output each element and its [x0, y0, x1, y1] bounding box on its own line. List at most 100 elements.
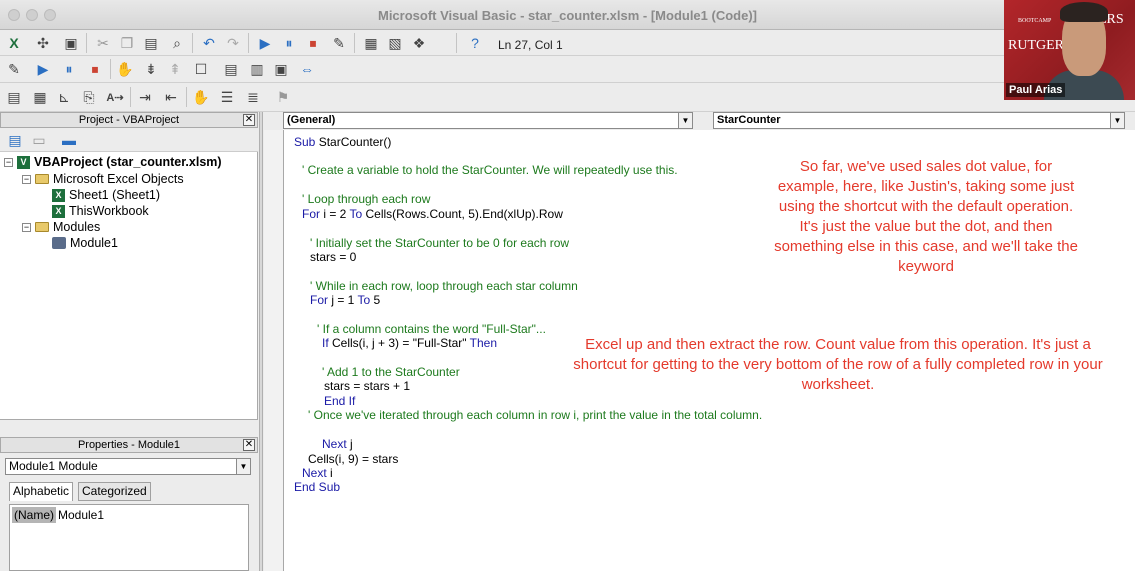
code-line[interactable]: For j = 1 To 5 [310, 293, 380, 307]
close-properties-panel-button[interactable]: ✕ [243, 439, 255, 451]
collapse-icon[interactable]: − [4, 157, 13, 167]
locals-window-icon[interactable]: ▤ [220, 58, 242, 80]
tab-alphabetic[interactable]: Alphabetic [9, 482, 74, 501]
tree-item-excel-objects[interactable]: − Microsoft Excel Objects [22, 172, 184, 186]
vba-editor-window: Microsoft Visual Basic - star_counter.xl… [0, 0, 1135, 571]
tab-categorized[interactable]: Categorized [78, 482, 151, 501]
find-icon[interactable]: ⌕ [166, 32, 188, 54]
tree-item-modules[interactable]: − Modules [22, 220, 100, 234]
brand-small: BOOTCAMP [1018, 18, 1052, 24]
toggle-breakpoint-icon[interactable]: ✋ [114, 58, 136, 80]
undo-icon[interactable]: ↶ [198, 32, 220, 54]
watch-window-icon[interactable]: ▣ [270, 58, 292, 80]
redo-icon[interactable]: ↷ [222, 32, 244, 54]
toggle-breakpoint-icon[interactable]: ✋ [190, 86, 212, 108]
code-line[interactable]: Next j [322, 437, 353, 451]
list-constants-icon[interactable]: ▦ [29, 86, 51, 108]
folder-icon [35, 174, 49, 184]
code-line[interactable]: ' Loop through each row [302, 192, 430, 206]
cut-icon[interactable]: ✂ [92, 32, 114, 54]
property-name-value[interactable]: Module1 [58, 507, 104, 523]
properties-panel-header: Properties - Module1 ✕ [0, 437, 258, 453]
code-line[interactable]: ' Once we've iterated through each colum… [308, 408, 762, 422]
design-mode-icon[interactable]: ✎ [328, 32, 350, 54]
tree-item-thisworkbook[interactable]: X ThisWorkbook [52, 204, 149, 218]
procedure-combo[interactable]: StarCounter ▼ [713, 112, 1125, 129]
collapse-icon[interactable]: − [22, 222, 31, 232]
code-line[interactable]: End If [324, 394, 355, 408]
outdent-icon[interactable]: ⇤ [160, 86, 182, 108]
code-line[interactable]: ' Add 1 to the StarCounter [322, 365, 460, 379]
properties-object-select[interactable]: Module1 Module ▼ [5, 458, 251, 475]
comment-block-icon[interactable]: ☰ [216, 86, 238, 108]
webcam-video: RUTGERS BOOTCAMP ERS Paul Arias [1004, 0, 1135, 100]
properties-grid: (Name) Module1 [9, 504, 249, 571]
code-line[interactable]: stars = 0 [310, 250, 356, 264]
copy-icon[interactable]: ❐ [116, 32, 138, 54]
code-line[interactable]: stars = stars + 1 [324, 379, 410, 393]
project-panel-toolbar: ▤ ▭ ▬ [0, 128, 258, 152]
reset-icon[interactable]: ⏹ [302, 32, 324, 54]
code-line[interactable]: ' While in each row, loop through each s… [310, 279, 578, 293]
tree-item-vbaproject[interactable]: − V VBAProject (star_counter.xlsm) [4, 155, 222, 169]
view-object-icon[interactable]: ▭ [28, 129, 50, 151]
properties-panel-title: Properties - Module1 [77, 439, 181, 451]
participant-name: Paul Arias [1006, 83, 1066, 97]
break-icon[interactable]: ⏸ [278, 32, 300, 54]
code-line[interactable]: Sub StarCounter() [294, 135, 391, 149]
code-line[interactable]: End Sub [294, 480, 340, 494]
view-code-icon[interactable]: ▤ [4, 129, 26, 151]
property-name-key[interactable]: (Name) [12, 507, 56, 523]
code-line[interactable]: ' Create a variable to hold the StarCoun… [302, 163, 678, 177]
close-project-panel-button[interactable]: ✕ [243, 114, 255, 126]
immediate-window-icon[interactable]: ▥ [246, 58, 268, 80]
run-icon[interactable]: ▶ [32, 58, 54, 80]
run-icon[interactable]: ▶ [254, 32, 276, 54]
person-hair [1060, 2, 1108, 22]
properties-window-icon[interactable]: ▧ [384, 32, 406, 54]
uncomment-block-icon[interactable]: ≣ [242, 86, 264, 108]
code-line[interactable]: Next i [302, 466, 333, 480]
toggle-folders-icon[interactable]: ▬ [58, 129, 80, 151]
debug-toolbar: ✎ ▶ ⏸ ⏹ ✋ ⇟ ⇞ ☐ ▤ ▥ ▣ ⇔ [0, 56, 1135, 83]
help-icon[interactable]: ? [464, 32, 486, 54]
list-properties-icon[interactable]: ▤ [3, 86, 25, 108]
quick-info-icon[interactable]: ⊾ [53, 86, 75, 108]
project-explorer-icon[interactable]: ▦ [360, 32, 382, 54]
parameter-info-icon[interactable]: ⎘ [78, 86, 100, 108]
workbook-icon: X [52, 204, 65, 218]
code-line[interactable]: ' Initially set the StarCounter to be 0 … [310, 236, 569, 250]
toggle-bookmark-icon[interactable]: ⚑ [272, 86, 294, 108]
call-stack-icon[interactable]: ⇔ [296, 58, 318, 80]
indent-icon[interactable]: ⇥ [134, 86, 156, 108]
reset-icon[interactable]: ⏹ [84, 58, 106, 80]
dropdown-arrow-icon[interactable]: ▼ [236, 459, 250, 474]
window-title: Microsoft Visual Basic - star_counter.xl… [377, 8, 757, 23]
object-browser-icon[interactable]: ❖ [408, 32, 430, 54]
tree-item-module1[interactable]: Module1 [52, 236, 118, 250]
dropdown-arrow-icon[interactable]: ▼ [678, 113, 692, 128]
code-line[interactable]: Cells(i, 9) = stars [308, 452, 398, 466]
save-icon[interactable]: ▣ [60, 32, 82, 54]
design-mode-icon[interactable]: ✎ [3, 58, 25, 80]
step-out-icon[interactable]: ☐ [190, 58, 212, 80]
complete-word-icon[interactable]: A⇢ [104, 86, 126, 108]
object-combo[interactable]: (General) ▼ [283, 112, 693, 129]
break-icon[interactable]: ⏸ [58, 58, 80, 80]
step-over-icon[interactable]: ⇞ [164, 58, 186, 80]
collapse-icon[interactable]: − [22, 174, 31, 184]
vba-project-icon: V [17, 155, 30, 169]
paste-icon[interactable]: ▤ [140, 32, 162, 54]
code-line[interactable]: If Cells(i, j + 3) = "Full-Star" Then [322, 336, 497, 350]
margin-indicator-bar[interactable] [264, 130, 283, 571]
insert-module-icon[interactable]: ✣ [32, 32, 54, 54]
code-line[interactable]: ' If a column contains the word "Full-St… [317, 322, 546, 336]
dropdown-arrow-icon[interactable]: ▼ [1110, 113, 1124, 128]
caption-top: So far, we've used sales dot value, for … [774, 158, 1078, 275]
view-excel-icon[interactable]: X [3, 32, 25, 54]
step-into-icon[interactable]: ⇟ [140, 58, 162, 80]
tree-item-sheet1[interactable]: X Sheet1 (Sheet1) [52, 188, 160, 202]
code-line[interactable]: For i = 2 To Cells(Rows.Count, 5).End(xl… [302, 207, 563, 221]
folder-icon [35, 222, 49, 232]
pane-splitter[interactable] [259, 112, 263, 571]
